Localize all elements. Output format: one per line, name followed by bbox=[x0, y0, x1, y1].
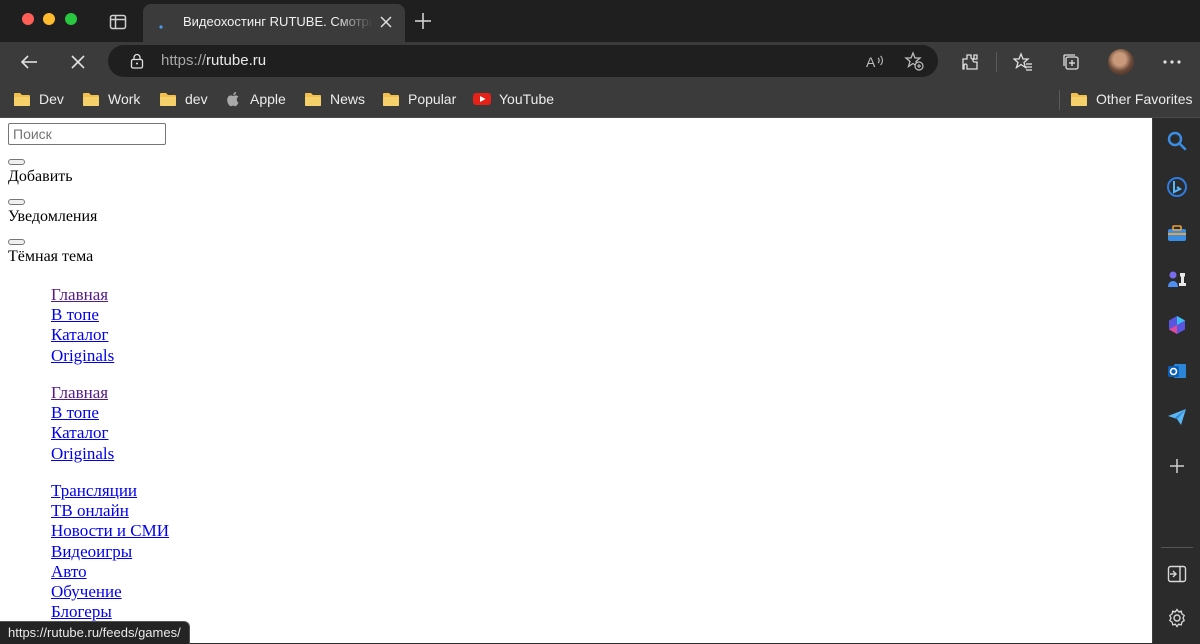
apple-icon bbox=[227, 91, 239, 107]
edge-sidebar bbox=[1152, 118, 1200, 643]
browser-tab[interactable]: Видеохостинг RUTUBE. Смотрите видео онла… bbox=[143, 4, 405, 42]
category-link-bloggers[interactable]: Блогеры bbox=[51, 602, 112, 621]
list-item: Новости и СМИ bbox=[51, 521, 169, 541]
folder-icon bbox=[1071, 93, 1087, 106]
bookmark-news[interactable]: News bbox=[304, 88, 365, 110]
add-button[interactable] bbox=[8, 159, 25, 165]
nav-link-top[interactable]: В топе bbox=[51, 305, 99, 324]
category-link-education[interactable]: Обучение bbox=[51, 582, 122, 601]
bookmark-apple[interactable]: Apple bbox=[226, 88, 286, 110]
category-link-auto[interactable]: Авто bbox=[51, 562, 87, 581]
category-link-games[interactable]: Видеоигры bbox=[51, 542, 132, 561]
tools-icon[interactable] bbox=[1166, 222, 1188, 244]
category-link-tv[interactable]: ТВ онлайн bbox=[51, 501, 129, 520]
search-icon[interactable] bbox=[1166, 130, 1188, 152]
list-item: Originals bbox=[51, 444, 114, 464]
folder-icon bbox=[305, 93, 321, 106]
list-item: Блогеры bbox=[51, 602, 169, 622]
primary-nav: Главная В топе Каталог Originals bbox=[51, 285, 114, 366]
list-item: Видеоигры bbox=[51, 542, 169, 562]
outlook-icon[interactable] bbox=[1166, 360, 1188, 382]
back-icon[interactable] bbox=[19, 52, 39, 72]
bookmark-popular[interactable]: Popular bbox=[382, 88, 456, 110]
list-item: Главная bbox=[51, 383, 114, 403]
nav-link-top[interactable]: В топе bbox=[51, 403, 99, 422]
folder-icon bbox=[160, 93, 176, 106]
site-info-icon[interactable] bbox=[128, 52, 146, 70]
bookmark-youtube[interactable]: YouTube bbox=[473, 88, 554, 110]
youtube-icon bbox=[473, 93, 491, 105]
zoom-window-button[interactable] bbox=[65, 13, 77, 25]
nav-link-originals[interactable]: Originals bbox=[51, 346, 114, 365]
bookmarks-divider bbox=[1059, 90, 1060, 110]
bookmarks-bar: Dev Work dev Apple News Popular YouTube … bbox=[0, 82, 1200, 118]
folder-icon bbox=[14, 93, 30, 106]
sidebar-divider bbox=[1161, 547, 1193, 548]
nav-link-home[interactable]: Главная bbox=[51, 383, 108, 402]
toolbar-divider bbox=[996, 52, 997, 72]
folder-icon bbox=[383, 93, 399, 106]
nav-link-home[interactable]: Главная bbox=[51, 285, 108, 304]
category-nav: Трансляции ТВ онлайн Новости и СМИ Видео… bbox=[51, 481, 169, 622]
tab-title: Видеохостинг RUTUBE. Смотрите видео онла… bbox=[183, 14, 373, 29]
bookmark-dev-lower[interactable]: dev bbox=[159, 88, 208, 110]
collections-icon[interactable] bbox=[1061, 52, 1081, 72]
category-link-streams[interactable]: Трансляции bbox=[51, 481, 137, 500]
stop-loading-icon[interactable] bbox=[68, 52, 88, 72]
read-aloud-icon[interactable]: A bbox=[865, 51, 885, 71]
category-link-news[interactable]: Новости и СМИ bbox=[51, 521, 169, 540]
nav-link-catalog[interactable]: Каталог bbox=[51, 423, 109, 442]
microsoft-365-icon[interactable] bbox=[1166, 314, 1188, 336]
add-sidebar-app-icon[interactable] bbox=[1166, 455, 1188, 477]
dark-theme-label: Тёмная тема bbox=[8, 248, 94, 265]
send-icon[interactable] bbox=[1166, 406, 1188, 428]
svg-text:A: A bbox=[866, 54, 876, 70]
tab-bar: Видеохостинг RUTUBE. Смотрите видео онла… bbox=[0, 0, 1200, 42]
minimize-window-button[interactable] bbox=[43, 13, 55, 25]
close-tab-icon[interactable] bbox=[377, 13, 395, 31]
list-item: Каталог bbox=[51, 325, 114, 345]
search-input[interactable] bbox=[8, 123, 166, 145]
notifications-button[interactable] bbox=[8, 199, 25, 205]
list-item: В топе bbox=[51, 305, 114, 325]
list-item: Главная bbox=[51, 285, 114, 305]
extensions-icon[interactable] bbox=[960, 52, 980, 72]
list-item: В топе bbox=[51, 403, 114, 423]
list-item: Каталог bbox=[51, 423, 114, 443]
list-item: Originals bbox=[51, 346, 114, 366]
list-item: Авто bbox=[51, 562, 169, 582]
hide-sidebar-icon[interactable] bbox=[1166, 563, 1188, 585]
secondary-nav: Главная В топе Каталог Originals bbox=[51, 383, 114, 464]
other-favorites[interactable]: Other Favorites bbox=[1070, 88, 1192, 110]
folder-icon bbox=[83, 93, 99, 106]
page-content: Добавить Уведомления Тёмная тема Главная… bbox=[0, 118, 1152, 643]
close-window-button[interactable] bbox=[22, 13, 34, 25]
profile-avatar[interactable] bbox=[1108, 49, 1134, 75]
list-item: Обучение bbox=[51, 582, 169, 602]
more-menu-icon[interactable] bbox=[1162, 52, 1182, 72]
list-item: Трансляции bbox=[51, 481, 169, 501]
list-item: ТВ онлайн bbox=[51, 501, 169, 521]
status-bar-url: https://rutube.ru/feeds/games/ bbox=[0, 621, 190, 644]
settings-icon[interactable] bbox=[1166, 607, 1188, 629]
nav-link-catalog[interactable]: Каталог bbox=[51, 325, 109, 344]
bing-chat-icon[interactable] bbox=[1166, 176, 1188, 198]
add-favorite-icon[interactable] bbox=[904, 51, 924, 71]
url-text: https://rutube.ru bbox=[161, 52, 267, 69]
nav-link-originals[interactable]: Originals bbox=[51, 444, 114, 463]
bookmark-dev[interactable]: Dev bbox=[13, 88, 64, 110]
favorites-icon[interactable] bbox=[1013, 52, 1033, 72]
tab-actions-icon[interactable] bbox=[108, 12, 128, 32]
loading-icon bbox=[159, 25, 163, 29]
add-label: Добавить bbox=[8, 168, 73, 185]
new-tab-icon[interactable] bbox=[413, 11, 433, 31]
address-bar[interactable]: https://rutube.ru A bbox=[108, 45, 938, 77]
games-icon[interactable] bbox=[1166, 268, 1188, 290]
notifications-label: Уведомления bbox=[8, 208, 98, 225]
bookmark-work[interactable]: Work bbox=[82, 88, 140, 110]
dark-theme-button[interactable] bbox=[8, 239, 25, 245]
